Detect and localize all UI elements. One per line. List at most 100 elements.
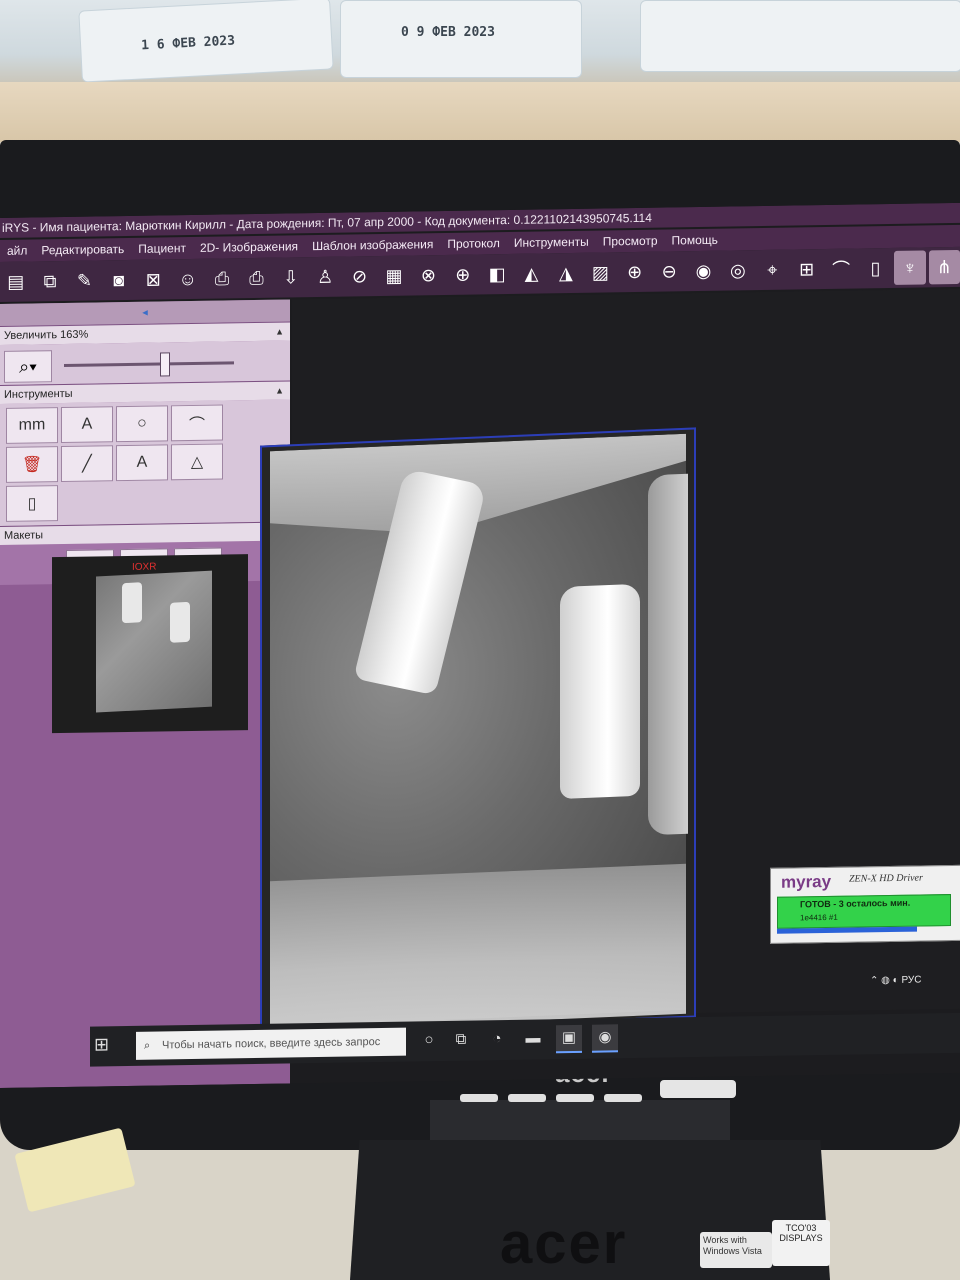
thumbnail-xray [96, 570, 212, 713]
tools-grid: mm A ○ ⌒ 🗑 ╱ A △ ▯ [0, 399, 290, 526]
menu-image-template[interactable]: Шаблон изображения [305, 233, 440, 257]
copy-icon[interactable]: ⧉ [34, 264, 65, 298]
zoom-label: Увеличить 163% [4, 328, 89, 342]
zoom-row: ⌕▾ [0, 340, 290, 385]
shelf [0, 82, 960, 142]
stand-logo: acer [500, 1211, 628, 1276]
eye-tool-icon[interactable]: ◎ [722, 253, 753, 287]
measure-icon[interactable]: ⊞ [791, 252, 822, 286]
edge-icon[interactable]: ◔ [484, 1026, 510, 1052]
curve-icon[interactable]: ⌒ [825, 252, 856, 286]
language-indicator[interactable]: РУС [901, 975, 921, 986]
zoom-in-icon[interactable]: ⊕ [619, 255, 650, 289]
nerve-icon[interactable]: ⋔ [928, 249, 960, 285]
compare-icon[interactable]: ◧ [481, 257, 512, 291]
filter-icon[interactable]: ◭ [516, 256, 547, 290]
driver-brand: myray [781, 871, 832, 892]
windows-start-icon[interactable]: ⊞ [94, 1034, 120, 1060]
task-view-icon[interactable]: ⧉ [448, 1027, 474, 1053]
caret-up-icon[interactable]: ▲ [275, 323, 284, 341]
user-icon[interactable]: ♙ [310, 260, 341, 294]
angle-icon[interactable]: △ [171, 443, 223, 481]
package-date: 0 9 ФЕВ 2023 [401, 25, 495, 40]
driver-progress-bar [777, 926, 917, 934]
driver-status: ГОТОВ - 3 осталось мин. 1e4416 #1 [777, 894, 951, 929]
patient-icon[interactable]: ☺ [172, 262, 203, 296]
tooth-root [648, 473, 688, 836]
trash-icon[interactable]: 🗑 [6, 446, 58, 483]
save-as-icon[interactable]: ✎ [69, 263, 100, 297]
driver-app-icon[interactable]: ◉ [592, 1024, 618, 1053]
remove-image-icon[interactable]: ⊗ [413, 258, 444, 292]
close-image-icon[interactable]: ⊠ [138, 262, 169, 296]
search-icon: ⌕ [144, 1039, 151, 1052]
curve-icon[interactable]: ⌒ [171, 404, 223, 442]
tooth-icon[interactable]: ♆ [894, 250, 926, 285]
eye-icon[interactable]: ◉ [688, 254, 719, 288]
line-icon[interactable]: ╱ [61, 445, 113, 483]
camera-icon[interactable]: ◙ [103, 263, 134, 297]
thumbnail-implant [122, 582, 142, 624]
taskbar-search-input[interactable]: ⌕ Чтобы начать поиск, введите здесь запр… [136, 1027, 406, 1060]
magnifier-icon[interactable]: ⌕▾ [4, 350, 52, 383]
implant-add-icon[interactable]: ▯ [6, 485, 58, 522]
thumbnail-label: IOXR [132, 561, 157, 573]
export-icon[interactable]: ⇩ [275, 260, 306, 294]
image-icon[interactable]: ▨ [585, 255, 616, 289]
explorer-icon[interactable]: ▬ [520, 1025, 546, 1051]
monitor-button[interactable] [604, 1094, 642, 1102]
xray-frame[interactable] [260, 427, 696, 1036]
layout-icon[interactable]: ▦ [378, 259, 409, 293]
acquire-icon[interactable]: ⊕ [447, 257, 478, 291]
menu-view[interactable]: Просмотр [596, 230, 665, 253]
image-thumbnail[interactable]: IOXR [52, 554, 248, 734]
menu-edit[interactable]: Редактировать [34, 238, 131, 262]
hide-icon[interactable]: ⊘ [344, 259, 375, 293]
thumbnail-implant [170, 601, 190, 643]
layouts-label: Макеты [4, 529, 44, 542]
angle-text-icon[interactable]: A [61, 406, 113, 444]
package-date: 1 6 ФЕВ 2023 [140, 33, 236, 54]
zoom-out-icon[interactable]: ⊖ [653, 254, 684, 288]
menu-protocol[interactable]: Протокол [440, 232, 507, 255]
ruler-eye-icon[interactable]: ⌖ [757, 253, 788, 287]
side-panel: ◂ Увеличить 163% ▲ ⌕▾ Инструменты ▲ mm A… [0, 299, 290, 1088]
save-icon[interactable]: ▤ [0, 265, 31, 299]
windows-sticker: Works with Windows Vista [700, 1232, 772, 1268]
irys-app-icon[interactable]: ▣ [556, 1024, 582, 1054]
zoom-slider[interactable] [64, 361, 234, 367]
sterile-package: 0 9 ФЕВ 2023 [340, 0, 582, 78]
ruler-icon[interactable]: mm [6, 407, 58, 444]
monitor-button[interactable] [460, 1094, 498, 1102]
tco-sticker: TCO'03 DISPLAYS [772, 1220, 830, 1266]
monitor-button[interactable] [508, 1094, 546, 1102]
menu-help[interactable]: Помощь [665, 229, 725, 252]
dental-implant [560, 583, 640, 800]
menu-2d-images[interactable]: 2D- Изображения [193, 235, 305, 259]
xray-image [270, 433, 688, 1032]
sharpen-icon[interactable]: ◮ [550, 256, 581, 290]
monitor-buttons [460, 1094, 642, 1102]
implant-icon[interactable]: ▯ [860, 251, 891, 285]
circle-icon[interactable]: ○ [116, 405, 168, 443]
system-tray: ⌃ ◍ ◐ РУС [870, 971, 960, 990]
chevron-up-icon[interactable]: ⌃ ◍ ◐ [870, 975, 901, 986]
screen: iRYS - Имя пациента: Марюткин Кирилл - Д… [0, 202, 960, 1088]
menu-tools[interactable]: Инструменты [507, 231, 596, 254]
xray-lower-region [270, 863, 686, 1032]
driver-status-text: ГОТОВ - 3 осталось мин. [800, 897, 911, 910]
caret-up-icon[interactable]: ▲ [275, 382, 284, 400]
sensor-driver-widget: myray ZEN-X HD Driver ГОТОВ - 3 осталось… [770, 864, 960, 944]
cortana-icon[interactable]: ○ [416, 1027, 442, 1053]
monitor-button[interactable] [556, 1094, 594, 1102]
menu-patient[interactable]: Пациент [131, 237, 193, 260]
power-button[interactable] [660, 1080, 736, 1098]
print-icon[interactable]: ⎙ [206, 261, 237, 295]
search-placeholder: Чтобы начать поиск, введите здесь запрос [162, 1036, 381, 1052]
menu-file[interactable]: айл [0, 239, 34, 262]
tools-label: Инструменты [4, 387, 73, 401]
zoom-slider-thumb[interactable] [160, 352, 170, 377]
text-icon[interactable]: A [116, 444, 168, 482]
sterile-package: 1 6 ФЕВ 2023 [78, 0, 334, 83]
printer-icon[interactable]: ⎙ [241, 261, 272, 295]
